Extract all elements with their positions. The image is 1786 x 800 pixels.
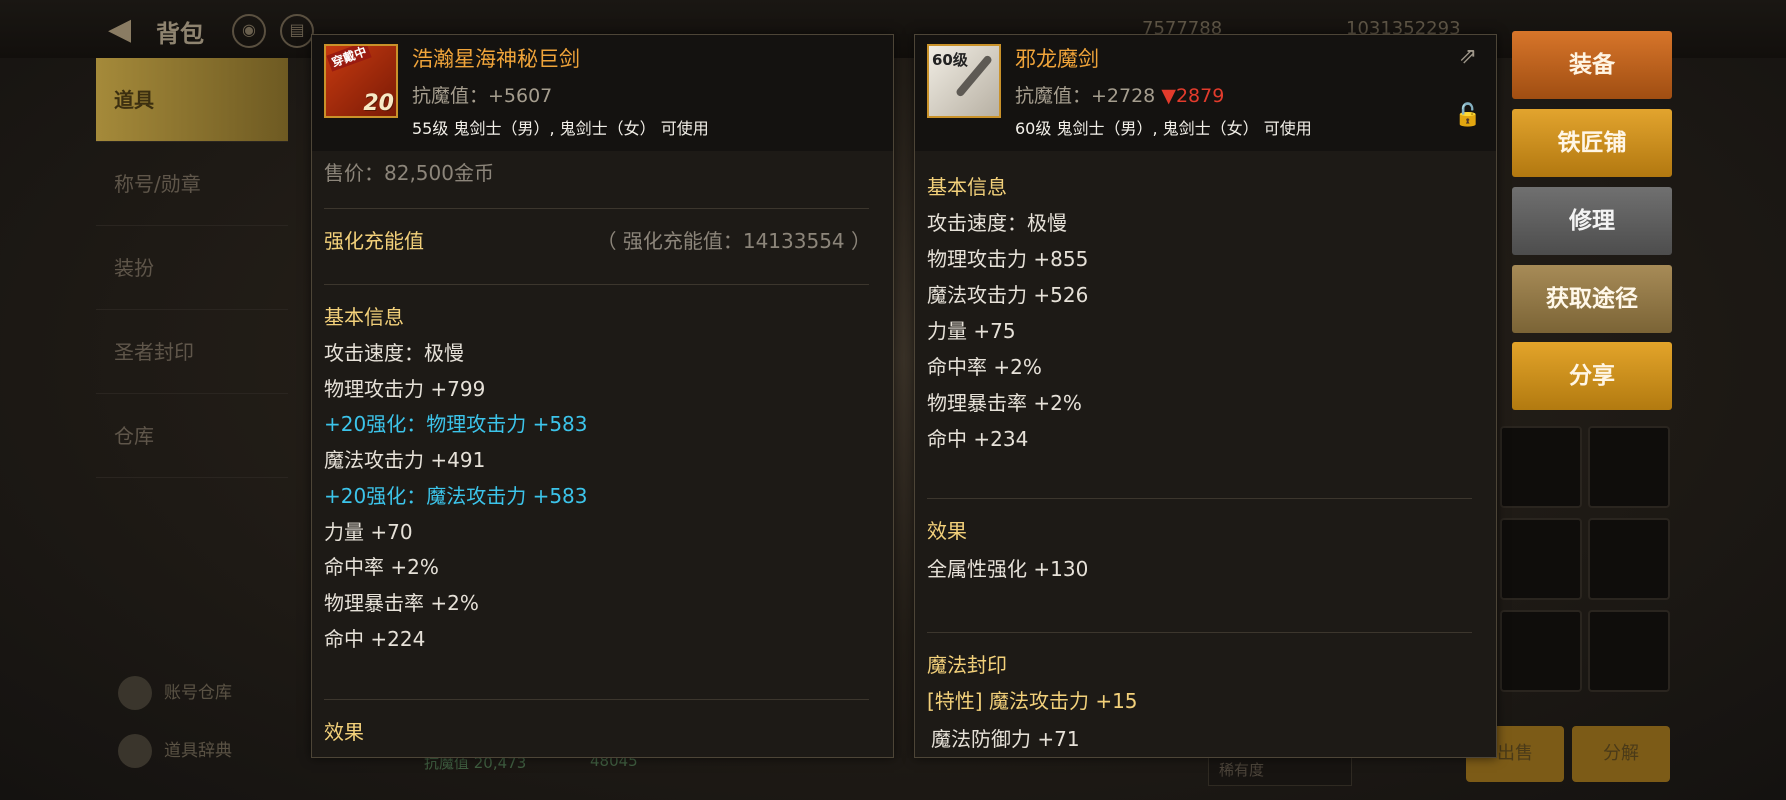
menu-item-seal[interactable]: 圣者封印 [96, 310, 288, 394]
stat-attack-speed: 攻击速度：极慢 [324, 341, 464, 365]
blacksmith-button[interactable]: 铁匠铺 [1512, 109, 1672, 177]
charge-label: 强化充能值 [324, 229, 424, 253]
section-title-effect: 效果 [927, 519, 967, 543]
item-dictionary-link[interactable]: 道具辞典 [118, 734, 232, 768]
eye-icon[interactable]: ◉ [232, 14, 266, 48]
stat-attack-speed: 攻击速度：极慢 [927, 211, 1067, 235]
usable-classes: 55级 鬼剑士（男）, 鬼剑士（女） 可使用 [412, 119, 709, 138]
stat-strength: 力量 +70 [324, 520, 413, 544]
stat-magic-attack: 魔法攻击力 +526 [927, 283, 1089, 307]
stat-hit-rate: 命中率 +2% [324, 555, 439, 579]
seal-magic-defense: 魔法防御力 +71 [931, 727, 1080, 751]
divider [324, 208, 869, 209]
inventory-slot[interactable] [1588, 610, 1670, 692]
equipped-badge: 穿戴中 [326, 46, 372, 72]
repair-button[interactable]: 修理 [1512, 187, 1672, 255]
inventory-slot[interactable] [1588, 518, 1670, 600]
divider [927, 498, 1472, 499]
stat-phys-attack: 物理攻击力 +799 [324, 377, 486, 401]
divider [324, 699, 869, 700]
compared-item-tooltip: 60级 邪龙魔剑 抗魔值：+2728 ▼2879 60级 鬼剑士（男）, 鬼剑士… [914, 34, 1497, 758]
inventory-slot[interactable] [1588, 426, 1670, 508]
stat-phys-attack: 物理攻击力 +855 [927, 247, 1089, 271]
stat-hit-rate: 命中率 +2% [927, 355, 1042, 379]
resist-value: 抗魔值：+2728 ▼2879 [1015, 85, 1225, 107]
inventory-slot[interactable] [1500, 518, 1582, 600]
stat-magic-attack: 魔法攻击力 +491 [324, 448, 486, 472]
sell-price: 售价：82,500金币 [324, 161, 494, 185]
tooltip-header: 穿戴中 20 浩瀚星海神秘巨剑 抗魔值：+5607 55级 鬼剑士（男）, 鬼剑… [312, 35, 893, 151]
item-icon-compared: 60级 [927, 44, 1001, 118]
account-storage-link[interactable]: 账号仓库 [118, 676, 232, 710]
inventory-slot[interactable] [1500, 426, 1582, 508]
equipped-item-tooltip: 穿戴中 20 浩瀚星海神秘巨剑 抗魔值：+5607 55级 鬼剑士（男）, 鬼剑… [311, 34, 894, 758]
section-title-basic-info: 基本信息 [324, 305, 404, 329]
tooltip-header: 60级 邪龙魔剑 抗魔值：+2728 ▼2879 60级 鬼剑士（男）, 鬼剑士… [915, 35, 1496, 151]
item-level-badge: 60级 [932, 51, 968, 69]
stat-hit: 命中 +224 [324, 627, 426, 651]
stat-phys-reinforce: +20强化：物理攻击力 +583 [324, 412, 588, 436]
stat-phys-crit: 物理暴击率 +2% [927, 391, 1082, 415]
resist-decrease: ▼2879 [1161, 85, 1225, 107]
usable-classes: 60级 鬼剑士（男）, 鬼剑士（女） 可使用 [1015, 119, 1312, 138]
share-button[interactable]: 分享 [1512, 342, 1672, 410]
stat-magic-reinforce: +20强化：魔法攻击力 +583 [324, 484, 588, 508]
menu-item-storage[interactable]: 仓库 [96, 394, 288, 478]
section-title-effect: 效果 [324, 720, 364, 744]
acquire-source-button[interactable]: 获取途径 [1512, 265, 1672, 333]
page-title: 背包 [156, 20, 204, 48]
divider [927, 632, 1472, 633]
section-title-basic-info: 基本信息 [927, 175, 1007, 199]
filter-icon[interactable]: ▤ [280, 14, 314, 48]
seal-trait: [特性] 魔法攻击力 +15 [927, 689, 1138, 713]
lock-icon[interactable]: 🔓 [1454, 103, 1482, 129]
charge-value: （ 强化充能值：14133554 ） [596, 229, 871, 253]
equip-button[interactable]: 装备 [1512, 31, 1672, 99]
share-link-icon[interactable]: ⇗ [1454, 44, 1482, 70]
back-arrow-icon[interactable]: ◀ [108, 12, 144, 48]
resist-value: 抗魔值：+5607 [412, 85, 553, 107]
stat-phys-crit: 物理暴击率 +2% [324, 591, 479, 615]
menu-item-titles[interactable]: 称号/勋章 [96, 142, 288, 226]
stat-strength: 力量 +75 [927, 319, 1016, 343]
stat-hit: 命中 +234 [927, 427, 1029, 451]
inventory-slot[interactable] [1500, 610, 1582, 692]
item-name: 浩瀚星海神秘巨剑 [412, 47, 580, 71]
item-name: 邪龙魔剑 [1015, 47, 1099, 71]
disassemble-button[interactable]: 分解 [1572, 726, 1670, 782]
effect-all-stats: 全属性强化 +130 [927, 557, 1089, 581]
book-icon [118, 734, 152, 768]
menu-item-avatar[interactable]: 装扮 [96, 226, 288, 310]
reinforce-level: 20 [363, 91, 394, 116]
section-title-magic-seal: 魔法封印 [927, 653, 1007, 677]
menu-item-items[interactable]: 道具 [96, 58, 288, 142]
divider [324, 284, 869, 285]
storage-icon [118, 676, 152, 710]
item-icon-equipped: 穿戴中 20 [324, 44, 398, 118]
